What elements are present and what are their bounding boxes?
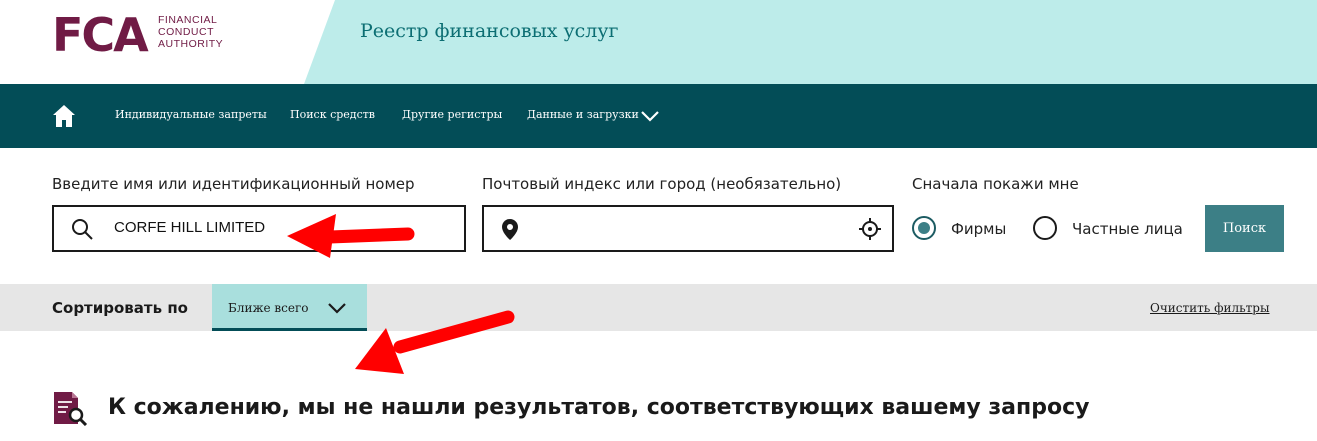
logo-letters: FCA bbox=[52, 8, 149, 62]
name-search-input[interactable]: CORFE HILL LIMITED bbox=[52, 205, 466, 252]
no-results-message: К сожалению, мы не нашли результатов, со… bbox=[108, 395, 1090, 420]
crosshair-icon[interactable] bbox=[858, 217, 882, 245]
firms-radio-label[interactable]: Фирмы bbox=[951, 220, 1006, 238]
postcode-label: Почтовый индекс или город (необязательно… bbox=[482, 175, 842, 193]
logo-text: FINANCIAL CONDUCT AUTHORITY bbox=[158, 14, 223, 50]
nav-item-other-registers[interactable]: Другие регистры bbox=[402, 108, 502, 121]
logo-line: FINANCIAL bbox=[158, 14, 218, 26]
sort-select-value: Ближе всего bbox=[228, 301, 309, 315]
home-icon[interactable] bbox=[52, 104, 76, 128]
register-title[interactable]: Реестр финансовых услуг bbox=[360, 20, 619, 42]
show-first-label: Сначала покажи мне bbox=[912, 175, 1079, 193]
sort-bar: Сортировать по Ближе всего bbox=[0, 284, 1317, 331]
chevron-down-icon bbox=[327, 300, 347, 314]
name-label: Введите имя или идентификационный номер bbox=[52, 175, 415, 193]
main-nav: Индивидуальные запреты Поиск средств Дру… bbox=[0, 84, 1317, 148]
individuals-radio-label[interactable]: Частные лица bbox=[1072, 220, 1183, 238]
postcode-input[interactable] bbox=[482, 205, 894, 252]
document-search-icon bbox=[52, 390, 88, 427]
logo-line: AUTHORITY bbox=[158, 38, 224, 50]
nav-item-data-downloads[interactable]: Данные и загрузки bbox=[527, 108, 639, 121]
fca-logo[interactable]: FCA FINANCIAL CONDUCT AUTHORITY bbox=[52, 10, 252, 62]
location-pin-icon bbox=[502, 219, 518, 245]
nav-item-fund-search[interactable]: Поиск средств bbox=[290, 108, 375, 121]
search-button[interactable]: Поиск bbox=[1205, 205, 1284, 252]
header-band bbox=[304, 0, 1317, 84]
site-header: FCA FINANCIAL CONDUCT AUTHORITY Реестр ф… bbox=[0, 0, 1317, 84]
sort-select[interactable]: Ближе всего bbox=[212, 284, 367, 331]
sort-label: Сортировать по bbox=[52, 299, 188, 317]
nav-item-individual-bans[interactable]: Индивидуальные запреты bbox=[115, 108, 267, 121]
chevron-down-icon[interactable] bbox=[640, 108, 660, 124]
search-icon bbox=[70, 217, 94, 245]
name-input-value: CORFE HILL LIMITED bbox=[114, 219, 266, 236]
firms-radio[interactable] bbox=[912, 216, 936, 240]
individuals-radio[interactable] bbox=[1033, 216, 1057, 240]
clear-filters-link[interactable]: Очистить фильтры bbox=[1150, 301, 1270, 315]
logo-line: CONDUCT bbox=[158, 26, 214, 38]
